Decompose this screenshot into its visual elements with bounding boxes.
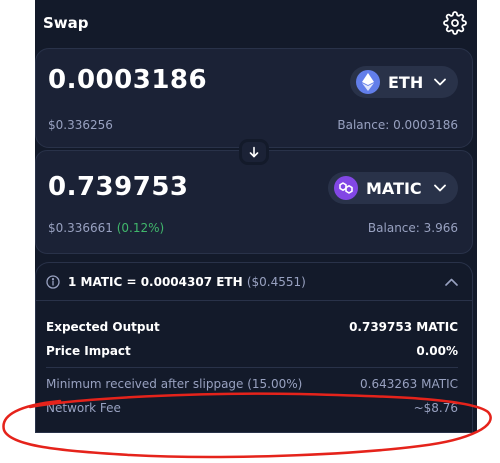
- price-impact-label: Price Impact: [46, 344, 131, 358]
- input-token-card: 0.0003186 ETH $0.336256 Balance: 0.00031…: [35, 48, 473, 148]
- input-amount[interactable]: 0.0003186: [48, 65, 207, 95]
- output-balance: Balance: 3.966: [367, 221, 458, 235]
- price-impact-value: 0.00%: [416, 344, 458, 358]
- output-token-symbol: MATIC: [366, 178, 422, 198]
- output-token-selector[interactable]: MATIC: [328, 172, 458, 204]
- exchange-rate: 1 MATIC = 0.0004307 ETH ($0.4551): [68, 275, 306, 289]
- polygon-icon: [334, 176, 358, 200]
- price-impact-row: Price Impact 0.00%: [46, 344, 458, 360]
- gear-icon[interactable]: [443, 11, 467, 35]
- input-token-symbol: ETH: [388, 72, 424, 92]
- minimum-received-value: 0.643263 MATIC: [360, 377, 458, 391]
- info-icon: [46, 275, 60, 289]
- chevron-down-icon: [434, 184, 446, 192]
- swap-details: Expected Output 0.739753 MATIC Price Imp…: [35, 300, 473, 433]
- exchange-rate-toggle[interactable]: 1 MATIC = 0.0004307 ETH ($0.4551): [35, 262, 473, 300]
- page-title: Swap: [43, 14, 89, 32]
- expected-output-label: Expected Output: [46, 320, 160, 334]
- expected-output-row: Expected Output 0.739753 MATIC: [46, 320, 458, 336]
- chevron-down-icon: [434, 78, 446, 86]
- minimum-received-label: Minimum received after slippage (15.00%): [46, 377, 303, 391]
- switch-tokens-button[interactable]: [239, 139, 269, 165]
- output-usd-amount: $0.336661: [48, 221, 113, 235]
- input-balance[interactable]: Balance: 0.0003186: [337, 118, 458, 132]
- output-amount[interactable]: 0.739753: [48, 172, 189, 202]
- expected-output-value: 0.739753 MATIC: [349, 320, 458, 334]
- input-token-selector[interactable]: ETH: [350, 66, 458, 98]
- exchange-rate-fiat: ($0.4551): [246, 275, 306, 289]
- output-usd-value: $0.336661 (0.12%): [48, 221, 164, 235]
- exchange-rate-value: 1 MATIC = 0.0004307 ETH: [68, 275, 243, 289]
- input-usd-value: $0.336256: [48, 118, 113, 132]
- minimum-received-row: Minimum received after slippage (15.00%)…: [46, 377, 458, 393]
- ethereum-icon: [356, 70, 380, 94]
- arrow-down-icon: [249, 146, 259, 158]
- swap-header: Swap: [35, 0, 477, 48]
- network-fee-value: ~$8.76: [413, 401, 458, 415]
- swap-panel: Swap 0.0003186 ETH $0.336256 Balance: 0.…: [35, 0, 477, 433]
- chevron-up-icon: [445, 278, 458, 286]
- output-usd-change: (0.12%): [116, 221, 165, 235]
- network-fee-label: Network Fee: [46, 401, 121, 415]
- details-divider: [46, 367, 458, 368]
- output-token-card: 0.739753 MATIC $0.336661 (0.12%) Balance…: [35, 150, 473, 254]
- network-fee-row: Network Fee ~$8.76: [46, 401, 458, 417]
